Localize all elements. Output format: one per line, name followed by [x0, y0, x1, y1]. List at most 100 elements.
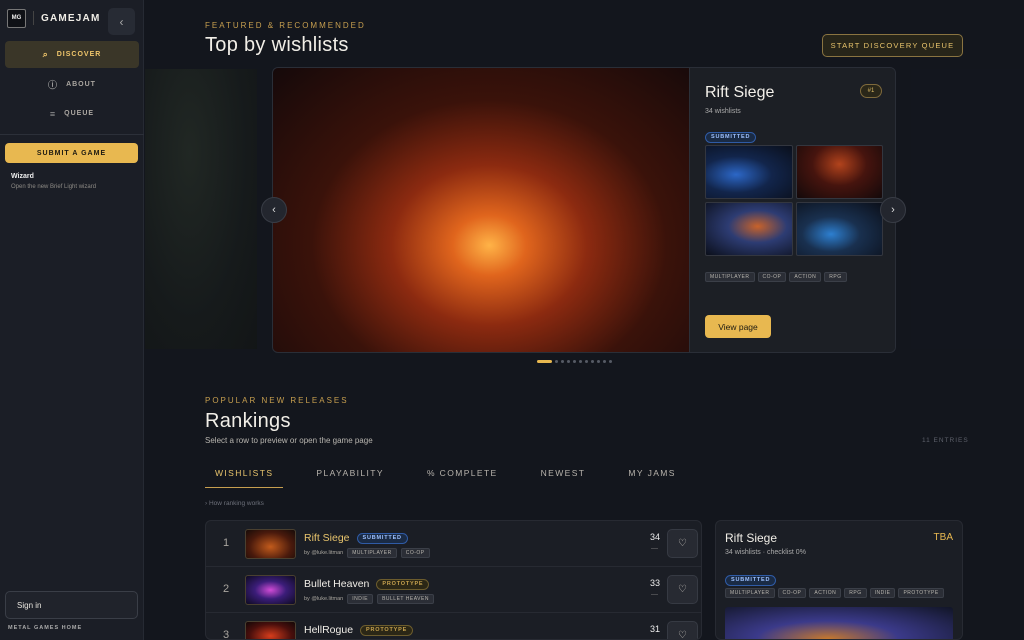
view-page-button[interactable]: View page [705, 315, 771, 338]
row-author[interactable]: by @luke.litman [304, 550, 343, 556]
screenshot-thumbnail[interactable] [705, 145, 793, 199]
screenshot-thumbnail[interactable] [705, 202, 793, 256]
chevron-left-icon: ‹ [272, 204, 276, 216]
row-thumbnail [245, 529, 296, 559]
carousel-previous-card[interactable] [145, 69, 257, 349]
tab-my-jams[interactable]: MY JAMS [618, 466, 685, 488]
row-wishlist-count: 34 [649, 532, 660, 542]
tag: MULTIPLAYER [347, 548, 397, 558]
tag: RPG [844, 588, 867, 598]
preview-cover-image[interactable] [725, 607, 953, 639]
tab-newest[interactable]: NEWEST [531, 466, 596, 488]
carousel-next-button[interactable]: › [880, 197, 906, 223]
heart-icon: ♡ [678, 630, 687, 640]
status-badge: SUBMITTED [356, 532, 408, 544]
row-title-wrap: Bullet Heaven PROTOTYPE [304, 578, 430, 590]
tag: PROTOTYPE [898, 588, 944, 598]
preview-title[interactable]: Rift Siege [725, 531, 777, 545]
carousel-dot[interactable] [561, 360, 564, 363]
sidebar-footer-link[interactable]: METAL GAMES HOME [8, 625, 82, 631]
carousel-dot[interactable] [591, 360, 594, 363]
tag: CO-OP [757, 272, 787, 282]
brand[interactable]: MG GAMEJAM [7, 8, 101, 28]
carousel-next-card[interactable] [911, 69, 1024, 349]
tag: BULLET HEAVEN [377, 594, 434, 604]
sign-in-button[interactable]: Sign in [5, 591, 138, 619]
carousel-dot[interactable] [537, 360, 552, 363]
info-icon: ⓘ [48, 80, 59, 90]
chevron-left-icon: ‹ [119, 14, 124, 29]
row-trend: — [651, 591, 658, 598]
carousel-dot[interactable] [609, 360, 612, 363]
carousel-dot[interactable] [603, 360, 606, 363]
featured-game-title[interactable]: Rift Siege [705, 84, 774, 102]
nav-about-label: ABOUT [66, 81, 96, 88]
carousel-dot[interactable] [597, 360, 600, 363]
preview-meta: 34 wishlists · checklist 0% [725, 549, 806, 556]
tag: ACTION [789, 272, 822, 282]
status-badge: SUBMITTED [705, 131, 757, 143]
row-title[interactable]: Rift Siege [304, 532, 350, 544]
table-row[interactable]: 1 Rift Siege SUBMITTED by @luke.litman MUL… [206, 521, 701, 567]
row-rank: 3 [222, 629, 230, 640]
screenshot-thumbnail[interactable] [795, 145, 883, 199]
status-badge: SUBMITTED [725, 574, 777, 586]
tag: RPG [824, 272, 847, 282]
row-title[interactable]: HellRogue [304, 624, 353, 636]
tag: INDIE [347, 594, 374, 604]
brand-name: GAMEJAM [41, 12, 101, 24]
rankings-eyebrow: POPULAR NEW RELEASES [205, 396, 349, 405]
tab-wishlists[interactable]: WISHLISTS [205, 466, 284, 488]
carousel-dot[interactable] [585, 360, 588, 363]
chevron-right-icon: › [891, 204, 895, 216]
tab-percent-complete[interactable]: % COMPLETE [417, 466, 508, 488]
carousel-prev-button[interactable]: ‹ [261, 197, 287, 223]
wishlist-button[interactable]: ♡ [667, 621, 698, 640]
row-rank: 1 [222, 537, 230, 549]
how-ranking-works-link[interactable]: › How ranking works [205, 500, 264, 507]
row-wishlist-count: 33 [649, 578, 660, 588]
heart-icon: ♡ [678, 584, 687, 595]
nav-about[interactable]: ⓘ ABOUT [5, 71, 139, 98]
row-thumbnail [245, 621, 296, 639]
rankings-subtitle: Select a row to preview or open the game… [205, 436, 373, 445]
wishlist-button[interactable]: ♡ [667, 575, 698, 604]
wizard-link[interactable]: Wizard [11, 173, 34, 180]
list-icon: ≡ [49, 108, 57, 119]
row-title[interactable]: Bullet Heaven [304, 578, 369, 590]
carousel-dot[interactable] [579, 360, 582, 363]
featured-info-panel: Rift Siege #1 34 wishlists SUBMITTED MUL… [689, 68, 895, 352]
screenshot-thumbnail[interactable] [795, 202, 883, 256]
tag: CO-OP [777, 588, 807, 598]
row-rank: 2 [222, 583, 230, 595]
start-discovery-queue-button[interactable]: START DISCOVERY QUEUE [822, 34, 963, 57]
nav-queue[interactable]: ≡ QUEUE [5, 100, 139, 127]
table-row[interactable]: 3 HellRogue PROTOTYPE 31 ♡ [206, 613, 701, 640]
row-thumbnail [245, 575, 296, 605]
row-title-wrap: HellRogue PROTOTYPE [304, 624, 414, 636]
submit-game-button[interactable]: SUBMIT A GAME [5, 143, 138, 163]
heart-icon: ♡ [678, 538, 687, 549]
table-row[interactable]: 2 Bullet Heaven PROTOTYPE by @luke.litman… [206, 567, 701, 613]
nav-discover-label: DISCOVER [56, 51, 102, 58]
wishlist-button[interactable]: ♡ [667, 529, 698, 558]
nav-queue-label: QUEUE [64, 110, 95, 117]
row-title-wrap: Rift Siege SUBMITTED [304, 532, 408, 544]
rankings-table: 1 Rift Siege SUBMITTED by @luke.litman MUL… [205, 520, 702, 640]
rank-badge: #1 [860, 84, 882, 98]
collapse-sidebar-button[interactable]: ‹ [108, 8, 135, 35]
row-author[interactable]: by @luke.litman [304, 596, 343, 602]
tag: ACTION [809, 588, 842, 598]
carousel-dot[interactable] [573, 360, 576, 363]
row-meta: by @luke.litman MULTIPLAYER CO-OP [304, 548, 430, 558]
nav-discover[interactable]: ⌕ DISCOVER [5, 41, 139, 68]
tab-playability[interactable]: PLAYABILITY [306, 466, 394, 488]
featured-eyebrow: FEATURED & RECOMMENDED [205, 21, 366, 30]
sidebar-divider [0, 134, 144, 135]
preview-tags: MULTIPLAYER CO-OP ACTION RPG INDIE PROTOTYPE [725, 588, 947, 598]
featured-card[interactable]: Rift Siege #1 34 wishlists SUBMITTED MUL… [272, 67, 896, 353]
entries-count: 11 ENTRIES [922, 437, 969, 444]
featured-cover-image[interactable] [273, 68, 689, 352]
carousel-dot[interactable] [555, 360, 558, 363]
carousel-dot[interactable] [567, 360, 570, 363]
